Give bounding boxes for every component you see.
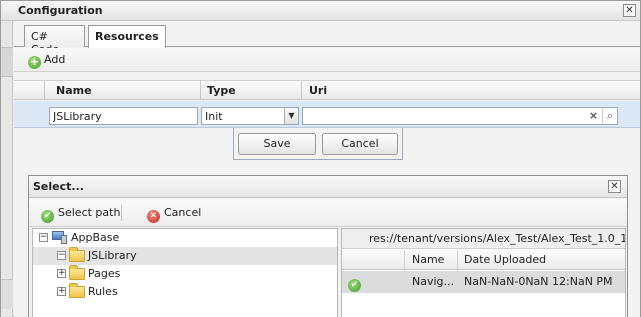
save-button[interactable]: Save [238,133,316,155]
tree-node-label: AppBase [71,231,120,244]
toolbar-divider [121,205,122,221]
tree-node-pages[interactable]: + Pages [33,265,337,283]
window-titlebar: Configuration ✕ [1,1,640,21]
chevron-down-icon[interactable]: ▼ [284,108,298,124]
file-list-header: Name Date Uploaded [342,250,625,270]
tab-resources[interactable]: Resources [88,25,166,48]
type-select[interactable]: Init ▼ [201,107,299,125]
folder-icon [69,265,85,280]
folder-icon [69,283,85,298]
current-path: res://tenant/versions/Alex_Test/Alex_Tes… [342,229,625,249]
check-icon: ✔ [348,279,361,292]
tab-csharp-code[interactable]: C# Code [24,25,85,56]
select-dialog-titlebar: Select... ✕ [29,176,627,198]
column-header-uri[interactable]: Uri [309,84,327,97]
tab-bar: C# Code Resources [14,21,640,56]
check-circle-icon: ✔ [41,210,54,223]
cancel-button[interactable]: Cancel [322,133,398,155]
tree-node-label: JSLibrary [88,249,137,262]
select-dialog-title: Select... [33,180,84,193]
column-divider [301,81,302,100]
grid-edit-row: Init ▼ × ⌕ [14,101,640,128]
collapse-icon[interactable]: − [39,233,48,242]
plus-circle-icon: + [28,55,41,69]
collapse-icon[interactable]: − [57,251,66,260]
dialog-close-icon[interactable]: ✕ [608,180,621,193]
file-column-name[interactable]: Name [412,253,444,266]
window-title: Configuration [18,4,103,17]
column-header-name[interactable]: Name [56,84,92,97]
background-window-strip [1,21,13,317]
window-close-icon[interactable]: ✕ [623,4,636,17]
column-divider [44,81,45,100]
name-field[interactable] [49,107,198,125]
grid-header: Name Type Uri [14,80,640,100]
clear-icon[interactable]: × [586,108,601,124]
dialog-cancel-button[interactable]: ✕ Cancel [147,206,201,223]
select-dialog: Select... ✕ ✔ Select path ✕ Cancel − AppBa… [28,175,628,317]
add-button[interactable]: + Add [28,53,65,69]
tree-node-label: Pages [88,267,121,280]
type-select-value: Init [205,110,223,123]
file-row[interactable]: ✔ Navig... NaN-NaN-0NaN 12:NaN PM [342,271,625,293]
add-label: Add [44,53,66,66]
file-name: Navig... [412,275,455,288]
select-path-button[interactable]: ✔ Select path [41,206,120,223]
tree-node-appbase[interactable]: − AppBase [33,229,337,247]
expand-icon[interactable]: + [57,287,66,296]
file-date: NaN-NaN-0NaN 12:NaN PM [464,275,613,288]
file-list-panel: res://tenant/versions/Alex_Test/Alex_Tes… [341,228,626,317]
computer-icon [52,231,68,244]
column-header-type[interactable]: Type [207,84,236,97]
file-column-date[interactable]: Date Uploaded [464,253,546,266]
search-icon[interactable]: ⌕ [602,108,617,124]
tree-node-jslibrary[interactable]: − JSLibrary [33,247,337,265]
column-divider [200,81,201,100]
background-strip-item [1,47,13,77]
select-dialog-toolbar: ✔ Select path ✕ Cancel [29,199,627,227]
tree-node-label: Rules [88,285,118,298]
folder-icon [69,247,85,262]
resources-toolbar: + Add [14,48,640,72]
configuration-window: Configuration ✕ C# Code Resources +Add N… [0,0,641,317]
cancel-circle-icon: ✕ [147,210,160,223]
dialog-cancel-label: Cancel [164,206,202,219]
folder-tree: − AppBase − JSLibrary + Pages + Rules [32,228,338,317]
row-editor-buttons: Save Cancel [233,128,403,160]
background-strip-item [1,279,13,309]
select-path-label: Select path [58,206,121,219]
tree-node-rules[interactable]: + Rules [33,283,337,301]
expand-icon[interactable]: + [57,269,66,278]
uri-field[interactable]: × ⌕ [302,107,618,125]
